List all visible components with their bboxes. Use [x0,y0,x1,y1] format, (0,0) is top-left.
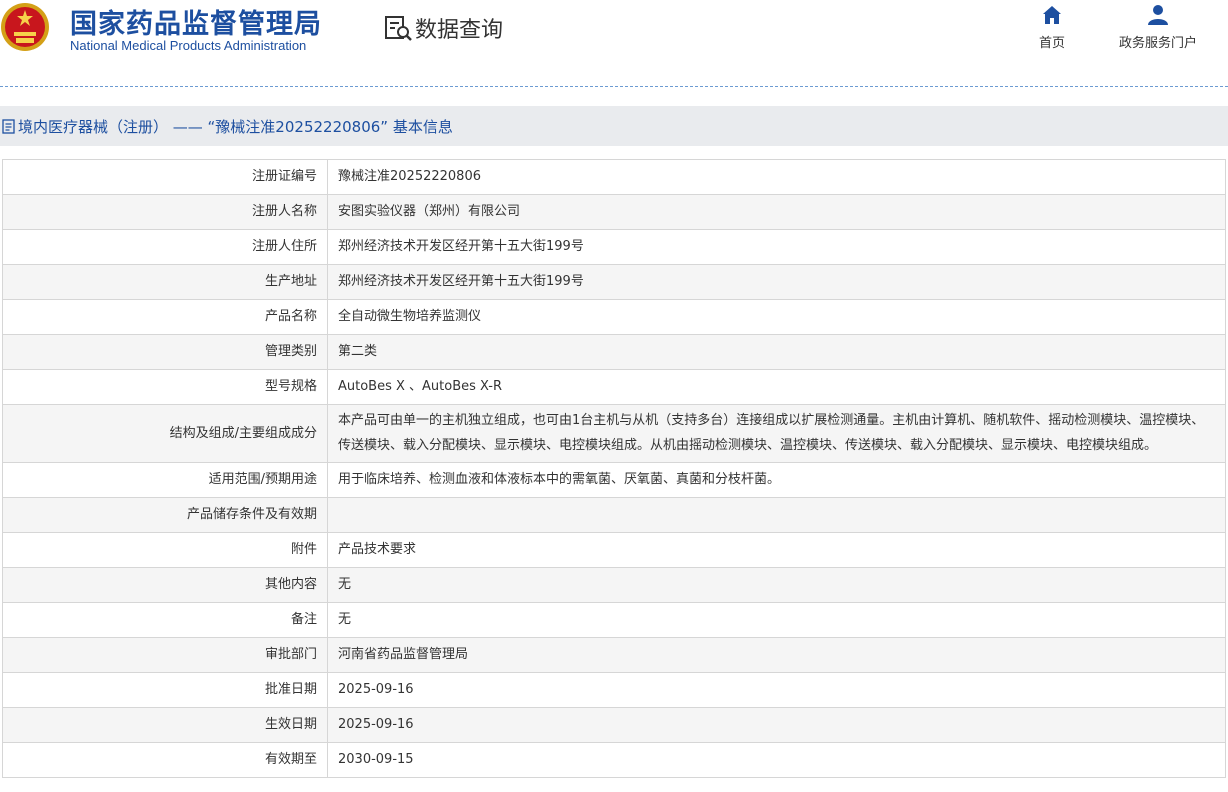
table-row: 管理类别 第二类 [2,334,1226,370]
nav-home[interactable]: 首页 [1034,4,1070,51]
field-label: 结构及组成/主要组成成分 [2,404,328,463]
field-value: 豫械注准20252220806 [327,159,1226,195]
field-value: 郑州经济技术开发区经开第十五大街199号 [327,229,1226,265]
document-search-icon [385,16,412,41]
user-icon [1148,5,1168,25]
field-label: 审批部门 [2,637,328,673]
table-row: 适用范围/预期用途 用于临床培养、检测血液和体液标本中的需氧菌、厌氧菌、真菌和分枝… [2,462,1226,498]
nav-service-portal-label: 政务服务门户 [1118,36,1197,51]
site-header: 国家药品监督管理局 National Medical Products Admi… [0,0,1228,87]
field-label: 生产地址 [2,264,328,300]
data-query-heading: 数据查询 [383,12,503,44]
data-query-label: 数据查询 [415,18,504,43]
field-label: 产品名称 [2,299,328,335]
field-label: 适用范围/预期用途 [2,462,328,498]
field-value: 第二类 [327,334,1226,370]
home-icon [1043,6,1061,24]
field-value: 用于临床培养、检测血液和体液标本中的需氧菌、厌氧菌、真菌和分枝杆菌。 [327,462,1226,498]
field-value: 本产品可由单一的主机独立组成，也可由1台主机与从机（支持多台）连接组成以扩展检测… [327,404,1226,463]
site-subtitle: National Medical Products Administration [70,38,307,53]
table-row: 型号规格 AutoBes X 、AutoBes X-R [2,369,1226,405]
table-row: 注册证编号 豫械注准20252220806 [2,159,1226,195]
field-value: 产品技术要求 [327,532,1226,568]
table-row: 生产地址 郑州经济技术开发区经开第十五大街199号 [2,264,1226,300]
breadcrumb-text: 境内医疗器械（注册） —— “豫械注准20252220806” 基本信息 [18,117,453,136]
field-value: 河南省药品监督管理局 [327,637,1226,673]
national-emblem-icon [1,3,49,51]
table-row: 产品名称 全自动微生物培养监测仪 [2,299,1226,335]
field-value: 无 [327,602,1226,638]
field-label: 附件 [2,532,328,568]
table-row: 生效日期 2025-09-16 [2,707,1226,743]
table-row: 有效期至 2030-09-15 [2,742,1226,778]
table-row: 注册人住所 郑州经济技术开发区经开第十五大街199号 [2,229,1226,265]
field-label: 生效日期 [2,707,328,743]
field-value: AutoBes X 、AutoBes X-R [327,369,1226,405]
field-label: 注册人名称 [2,194,328,230]
field-value: 安图实验仪器（郑州）有限公司 [327,194,1226,230]
field-value: 郑州经济技术开发区经开第十五大街199号 [327,264,1226,300]
registration-info-table: 注册证编号 豫械注准20252220806 注册人名称 安图实验仪器（郑州）有限公司… [2,159,1226,778]
field-label: 批准日期 [2,672,328,708]
site-title: 国家药品监督管理局 [70,9,322,40]
field-value: 2025-09-16 [327,707,1226,743]
field-value: 全自动微生物培养监测仪 [327,299,1226,335]
field-label: 管理类别 [2,334,328,370]
field-label: 其他内容 [2,567,328,603]
nav-home-label: 首页 [1038,36,1065,51]
field-value [327,497,1226,533]
field-label: 注册证编号 [2,159,328,195]
field-label: 有效期至 [2,742,328,778]
table-row: 附件 产品技术要求 [2,532,1226,568]
table-row: 备注无 [2,602,1226,638]
field-label: 产品储存条件及有效期 [2,497,328,533]
field-value: 2030-09-15 [327,742,1226,778]
field-label: 注册人住所 [2,229,328,265]
field-label: 型号规格 [2,369,328,405]
table-row: 审批部门 河南省药品监督管理局 [2,637,1226,673]
table-row: 批准日期 2025-09-16 [2,672,1226,708]
field-value: 2025-09-16 [327,672,1226,708]
field-value: 无 [327,567,1226,603]
nav-service-portal[interactable]: 政务服务门户 [1110,4,1206,51]
table-row: 产品储存条件及有效期 [2,497,1226,533]
table-row: 结构及组成/主要组成成分 本产品可由单一的主机独立组成，也可由1台主机与从机（支持… [2,404,1226,463]
breadcrumb: 境内医疗器械（注册） —— “豫械注准20252220806” 基本信息 [0,106,1228,146]
field-label: 备注 [2,602,328,638]
document-icon [2,118,15,134]
table-row: 其他内容无 [2,567,1226,603]
table-row: 注册人名称 安图实验仪器（郑州）有限公司 [2,194,1226,230]
